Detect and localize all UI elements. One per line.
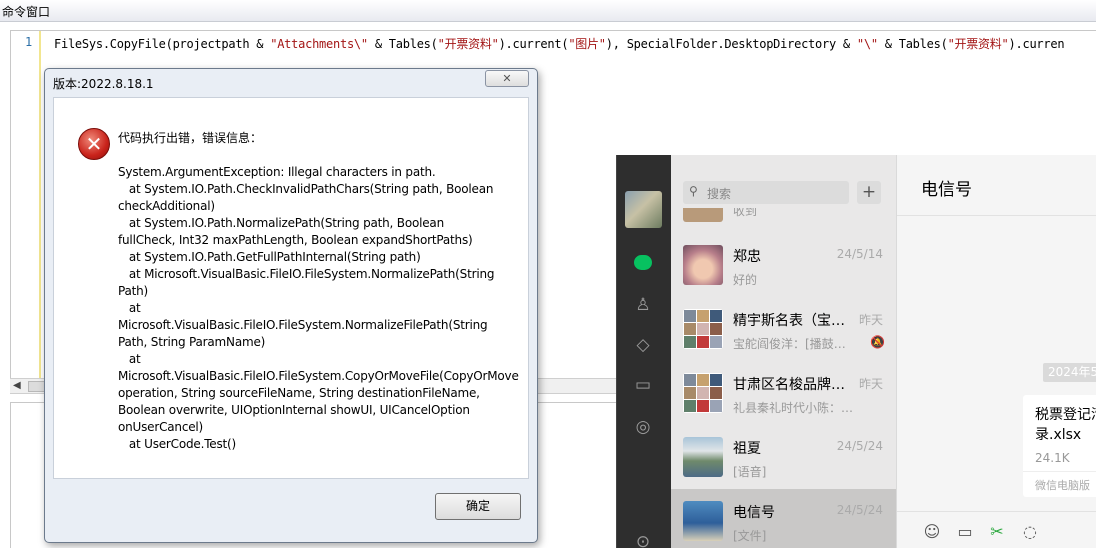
scissors-icon[interactable]: ✂ [986, 521, 1008, 543]
search-icon: ⚲ [689, 184, 698, 198]
code-text: & Tables( [367, 37, 438, 51]
close-icon: ✕ [502, 72, 512, 85]
moments-icon[interactable]: ◎ [631, 415, 655, 439]
line-number: 1 [25, 35, 33, 49]
code-string: "图片" [568, 37, 606, 51]
file-source: 微信电脑版 [1035, 479, 1090, 492]
avatar [683, 309, 723, 349]
error-icon: ✕ [78, 128, 110, 160]
line-gutter: 1 [11, 31, 41, 378]
folder-icon[interactable]: ▭ [954, 521, 976, 543]
add-button[interactable]: + [857, 181, 881, 204]
avatar [683, 208, 723, 222]
avatar [683, 373, 723, 413]
chat-preview: 收到 [733, 208, 758, 218]
error-heading: 代码执行出错，错误信息： [118, 131, 263, 145]
chat-preview: [语音] [733, 465, 767, 479]
error-message: System.ArgumentException: Illegal charac… [118, 165, 519, 451]
chat-list: ⚲ 搜索 + 收到 郑忠 24/5/14 好的 精宇斯名表（宝舵... 昨天 宝舵阎俊洋：… [671, 155, 897, 548]
command-window-title: 命令窗口 [2, 5, 51, 19]
avatar [683, 501, 723, 541]
code-string: "开票资料" [437, 37, 499, 51]
date-chip: 2024年5月 [1043, 363, 1096, 382]
mute-bell-icon: 🔕 [870, 335, 885, 349]
dialog-close-button[interactable]: ✕ [485, 70, 529, 87]
contacts-icon[interactable]: ♙ [631, 293, 655, 317]
dialog-body: ✕ 代码执行出错，错误信息： System.ArgumentException:… [53, 97, 529, 479]
code-string: "Attachments\" [270, 37, 368, 51]
chat-time: 24/5/24 [836, 439, 883, 453]
file-size: 24.1K [1035, 451, 1070, 465]
list-item-partial[interactable]: 收到 [671, 208, 896, 222]
user-avatar[interactable] [625, 191, 662, 228]
ok-button[interactable]: 确定 [435, 493, 521, 520]
mini-program-icon[interactable]: ⊙ [631, 530, 655, 548]
file-name: 税票登记清录.xlsx [1035, 407, 1096, 443]
emoji-icon[interactable]: ☺ [921, 521, 943, 543]
code-text: FileSys.CopyFile(projectpath & [54, 37, 271, 51]
divider [897, 215, 1096, 216]
favorites-cube-icon[interactable]: ◇ [631, 333, 655, 357]
chat-list-item[interactable]: 精宇斯名表（宝舵... 昨天 宝舵阎俊洋：[播鼓助... 🔕 [671, 297, 896, 361]
chat-list-item[interactable]: 电信号 24/5/24 [文件] [671, 489, 896, 548]
conversation-panel: 电信号 2024年5月 税票登记清录.xlsx 24.1K 微信电脑版 ☺ ▭ … [897, 155, 1096, 548]
chat-icon[interactable] [631, 251, 655, 275]
code-string: "\" [856, 37, 878, 51]
chat-name: 甘肃区名梭品牌奖... [733, 377, 857, 393]
scroll-left-arrow-icon[interactable]: ◀ [13, 380, 21, 391]
chat-preview: [文件] [733, 529, 767, 543]
folder-icon[interactable]: ▭ [631, 373, 655, 397]
command-window-titlebar: 命令窗口 [0, 0, 1096, 22]
error-dialog: 版本:2022.8.18.1 ✕ ✕ 代码执行出错，错误信息： System.A… [44, 68, 538, 543]
avatar [683, 245, 723, 285]
chat-preview: 好的 [733, 273, 758, 287]
chat-list-item[interactable]: 郑忠 24/5/14 好的 [671, 233, 896, 297]
dialog-footer: 确定 [53, 481, 529, 531]
code-text: ).current( [498, 37, 569, 51]
desktop: 命令窗口 1 FileSys.CopyFile(projectpath & "A… [0, 0, 1096, 548]
code-text: ), SpecialFolder.DesktopDirectory & [605, 37, 857, 51]
chat-time: 昨天 [858, 313, 883, 327]
code-line[interactable]: FileSys.CopyFile(projectpath & "Attachme… [54, 35, 1065, 52]
chat-time: 24/5/14 [836, 247, 883, 261]
conversation-title: 电信号 [921, 180, 972, 200]
chat-time: 昨天 [858, 377, 883, 391]
chat-preview: 宝舵阎俊洋：[播鼓助... [733, 337, 857, 351]
wechat-nav-bar: ♙ ◇ ▭ ◎ ⊙ [617, 155, 671, 548]
chat-time: 24/5/24 [836, 503, 883, 517]
chat-list-item[interactable]: 甘肃区名梭品牌奖... 昨天 礼县秦礼时代小陈：[动... [671, 361, 896, 425]
wechat-window: ♙ ◇ ▭ ◎ ⊙ ⚲ 搜索 + 收到 郑忠 24/5/14 好的 精宇斯名表（宝舵.… [616, 155, 1096, 548]
code-string: "开票资料" [947, 37, 1009, 51]
file-message-card[interactable]: 税票登记清录.xlsx 24.1K 微信电脑版 [1023, 395, 1096, 497]
chat-list-item[interactable]: 祖夏 24/5/24 [语音] [671, 425, 896, 489]
search-input[interactable]: ⚲ 搜索 [683, 181, 849, 204]
code-text: ).curren [1008, 37, 1065, 51]
code-text: & Tables( [877, 37, 948, 51]
divider [1023, 471, 1096, 472]
chat-preview: 礼县秦礼时代小陈：[动... [733, 401, 857, 415]
search-placeholder: 搜索 [707, 187, 732, 201]
chat-history-icon[interactable]: ◌ [1019, 521, 1041, 543]
divider [897, 511, 1096, 512]
dialog-title: 版本:2022.8.18.1 [53, 77, 154, 91]
chat-name: 精宇斯名表（宝舵... [733, 313, 857, 329]
avatar [683, 437, 723, 477]
